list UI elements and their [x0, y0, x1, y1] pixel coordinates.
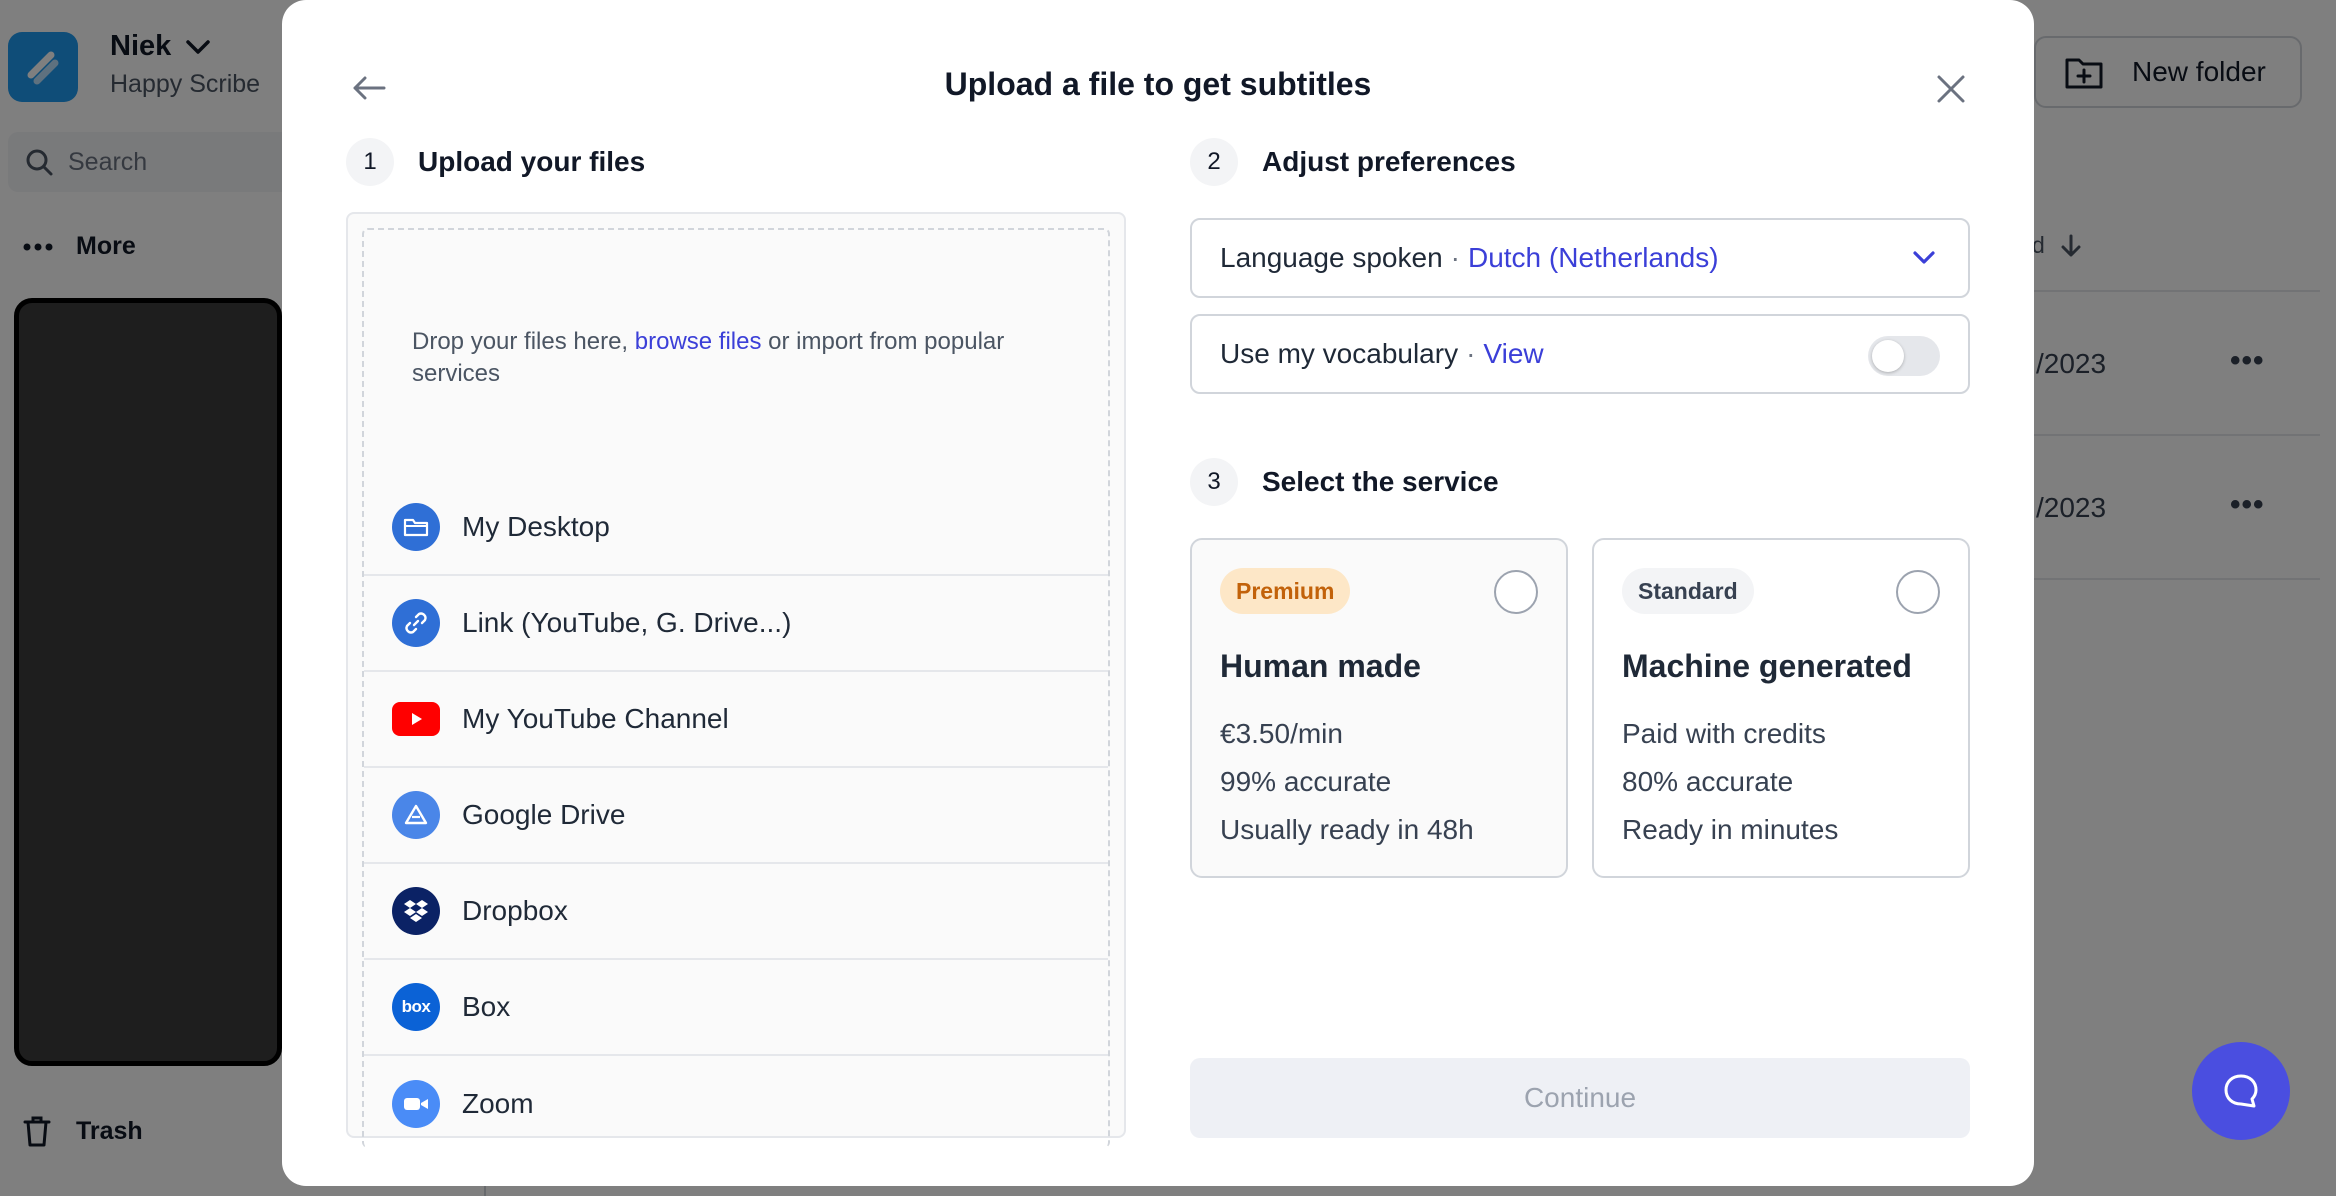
separator: ·	[1466, 338, 1476, 369]
step-label: Select the service	[1262, 466, 1499, 497]
source-google-drive[interactable]: Google Drive	[364, 768, 1108, 864]
zoom-icon	[392, 1080, 440, 1128]
service-accuracy: 80% accurate	[1622, 766, 1794, 797]
upload-modal: Upload a file to get subtitles 1 Upload …	[282, 0, 2034, 1186]
continue-button[interactable]: Continue	[1190, 1058, 1970, 1138]
close-button[interactable]	[1926, 64, 1976, 114]
service-title: Human made	[1220, 648, 1421, 684]
language-select[interactable]: Language spoken · Dutch (Netherlands)	[1190, 218, 1970, 298]
step-upload-header: 1 Upload your files	[346, 138, 645, 186]
service-turnaround: Usually ready in 48h	[1220, 814, 1474, 845]
language-label: Language spoken	[1220, 242, 1443, 273]
service-card-standard[interactable]: Standard Machine generated Paid with cre…	[1592, 538, 1970, 878]
language-value: Dutch (Netherlands)	[1467, 242, 1719, 273]
import-source-list: My Desktop Link (YouTube, G. Drive...) M…	[364, 480, 1108, 1152]
youtube-icon	[392, 702, 440, 736]
service-price: Paid with credits	[1622, 718, 1826, 749]
dropbox-icon	[392, 887, 440, 935]
service-title: Machine generated	[1622, 648, 1912, 684]
service-details: Paid with credits 80% accurate Ready in …	[1622, 710, 1838, 854]
toggle-knob	[1872, 340, 1904, 372]
modal-title: Upload a file to get subtitles	[944, 66, 1372, 102]
support-chat-button[interactable]	[2192, 1042, 2290, 1140]
vocabulary-toggle[interactable]	[1868, 336, 1940, 376]
service-details: €3.50/min 99% accurate Usually ready in …	[1220, 710, 1474, 854]
source-label: Link (YouTube, G. Drive...)	[462, 607, 792, 638]
separator: ·	[1450, 242, 1460, 273]
step-service-header: 3 Select the service	[1190, 458, 1499, 506]
close-icon	[1937, 75, 1965, 103]
link-icon	[392, 599, 440, 647]
file-dropzone[interactable]: Drop your files here, browse files or im…	[362, 228, 1110, 1148]
premium-badge: Premium	[1220, 568, 1351, 614]
vocabulary-view-link[interactable]: View	[1483, 338, 1543, 370]
source-label: Zoom	[462, 1088, 534, 1119]
source-label: My YouTube Channel	[462, 703, 729, 734]
browse-files-link[interactable]: browse files	[635, 328, 762, 355]
chevron-down-icon	[1913, 251, 1935, 264]
step-number: 3	[1190, 458, 1238, 506]
service-turnaround: Ready in minutes	[1622, 814, 1839, 845]
source-label: My Desktop	[462, 511, 610, 542]
drop-text-before: Drop your files here,	[412, 328, 635, 355]
source-link[interactable]: Link (YouTube, G. Drive...)	[364, 576, 1108, 672]
step-label: Adjust preferences	[1262, 146, 1516, 177]
service-radio[interactable]	[1494, 570, 1538, 614]
source-label: Box	[462, 991, 511, 1022]
google-drive-icon	[392, 791, 440, 839]
source-youtube-channel[interactable]: My YouTube Channel	[364, 672, 1108, 768]
service-card-premium[interactable]: Premium Human made €3.50/min 99% accurat…	[1190, 538, 1568, 878]
source-dropbox[interactable]: Dropbox	[364, 864, 1108, 960]
box-icon: box	[392, 983, 440, 1031]
chat-icon	[2224, 1074, 2258, 1108]
step-preferences-header: 2 Adjust preferences	[1190, 138, 1516, 186]
source-my-desktop[interactable]: My Desktop	[364, 480, 1108, 576]
vocabulary-label: Use my vocabulary	[1220, 338, 1459, 369]
step-number: 2	[1190, 138, 1238, 186]
service-radio[interactable]	[1896, 570, 1940, 614]
source-label: Google Drive	[462, 799, 626, 830]
vocabulary-option: Use my vocabulary · View	[1190, 314, 1970, 394]
service-price: €3.50/min	[1220, 718, 1343, 749]
step-label: Upload your files	[418, 146, 646, 177]
drop-instructions: Drop your files here, browse files or im…	[412, 326, 1032, 390]
standard-badge: Standard	[1622, 568, 1754, 614]
service-accuracy: 99% accurate	[1220, 766, 1392, 797]
source-zoom[interactable]: Zoom	[364, 1056, 1108, 1152]
source-label: Dropbox	[462, 895, 568, 926]
folder-icon	[392, 503, 440, 551]
step-number: 1	[346, 138, 394, 186]
upload-panel: Drop your files here, browse files or im…	[346, 212, 1126, 1148]
source-box[interactable]: box Box	[364, 960, 1108, 1056]
